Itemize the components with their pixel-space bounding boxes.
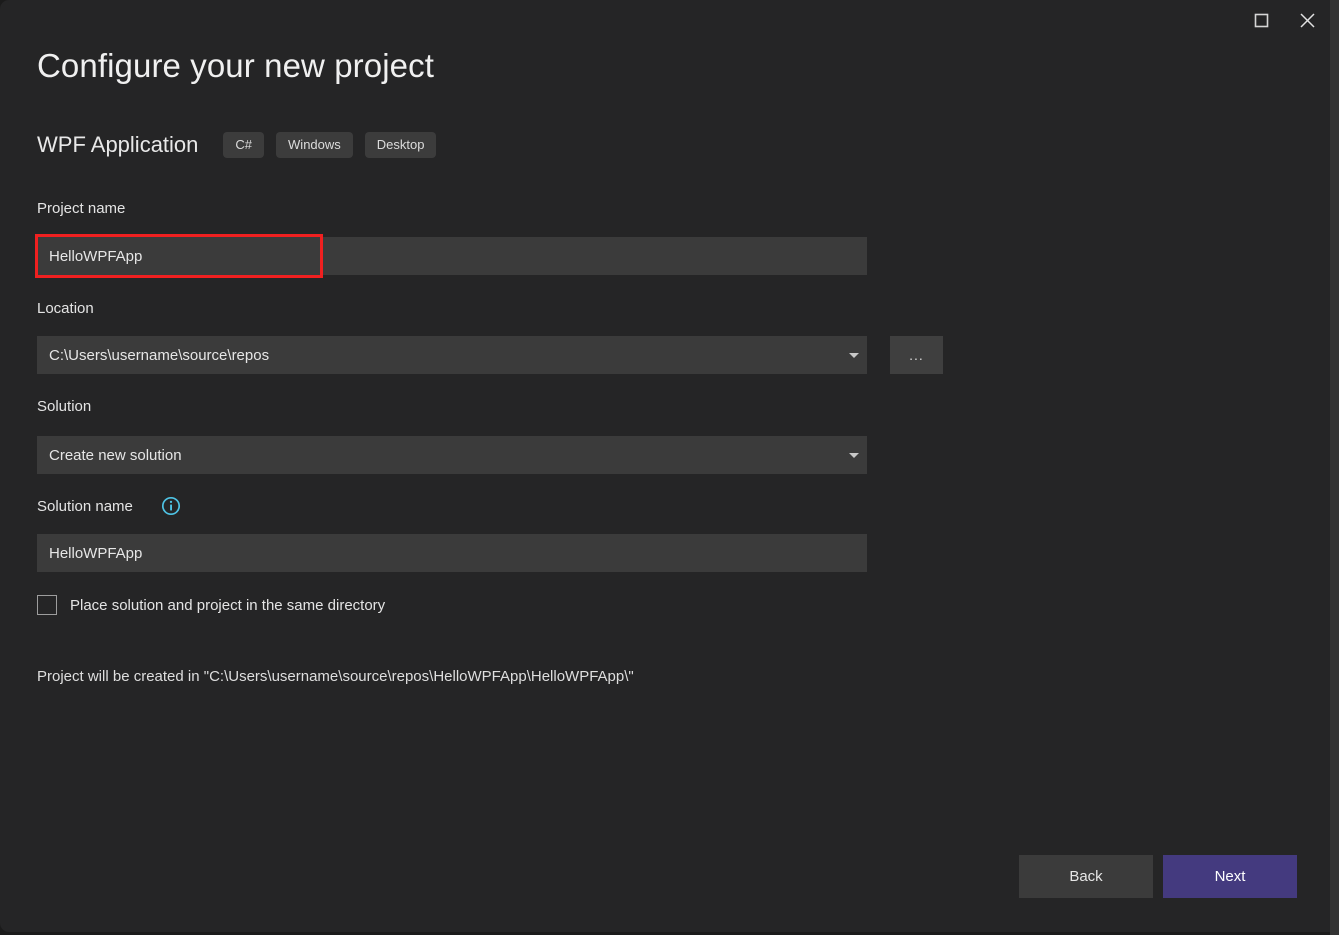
- location-label: Location: [37, 300, 94, 317]
- solution-label: Solution: [37, 398, 91, 415]
- dialog-content: Configure your new project WPF Applicati…: [37, 0, 1330, 932]
- page-title: Configure your new project: [37, 47, 434, 85]
- dialog-footer: Back Next: [1019, 855, 1297, 898]
- tag-language: C#: [223, 132, 264, 158]
- template-name: WPF Application: [37, 132, 198, 158]
- back-button[interactable]: Back: [1019, 855, 1153, 898]
- location-value: C:\Users\username\source\repos: [37, 347, 841, 364]
- chevron-down-icon: [841, 353, 867, 358]
- solution-value: Create new solution: [37, 447, 841, 464]
- next-button[interactable]: Next: [1163, 855, 1297, 898]
- project-name-label: Project name: [37, 200, 125, 217]
- creation-path-text: Project will be created in "C:\Users\use…: [37, 668, 634, 685]
- same-directory-label: Place solution and project in the same d…: [70, 597, 385, 614]
- solution-combobox[interactable]: Create new solution: [37, 436, 867, 474]
- template-summary: WPF Application C# Windows Desktop: [37, 132, 448, 158]
- solution-name-label: Solution name: [37, 498, 133, 515]
- background-window-edge: [1330, 0, 1339, 935]
- location-combobox[interactable]: C:\Users\username\source\repos: [37, 336, 867, 374]
- tag-project-type: Desktop: [365, 132, 437, 158]
- configure-project-dialog: Configure your new project WPF Applicati…: [0, 0, 1330, 932]
- info-circle-icon[interactable]: [161, 496, 181, 516]
- same-directory-checkbox[interactable]: [37, 595, 57, 615]
- project-name-input[interactable]: [37, 237, 867, 275]
- browse-location-button[interactable]: ...: [890, 336, 943, 374]
- solution-name-input[interactable]: [37, 534, 867, 572]
- chevron-down-icon: [841, 453, 867, 458]
- tag-platform: Windows: [276, 132, 353, 158]
- same-directory-checkbox-row[interactable]: Place solution and project in the same d…: [37, 595, 385, 615]
